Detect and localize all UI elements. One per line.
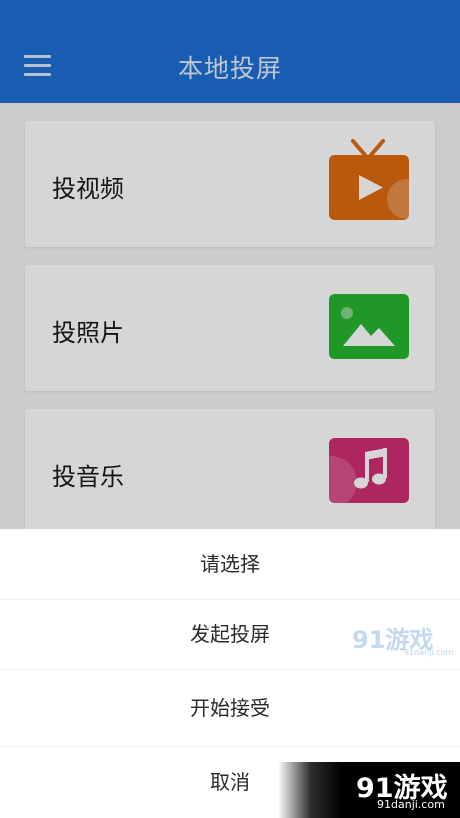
start-receive-option[interactable]: 开始接受 <box>0 670 460 747</box>
sheet-title: 请选择 <box>0 529 460 600</box>
site-watermark: 91游戏 91danji.com <box>352 620 456 660</box>
watermark-banner-url: 91danji.com <box>377 798 445 811</box>
watermark-url: 91danji.com <box>404 648 454 657</box>
site-watermark-banner: 91游戏 91danji.com <box>278 762 460 818</box>
